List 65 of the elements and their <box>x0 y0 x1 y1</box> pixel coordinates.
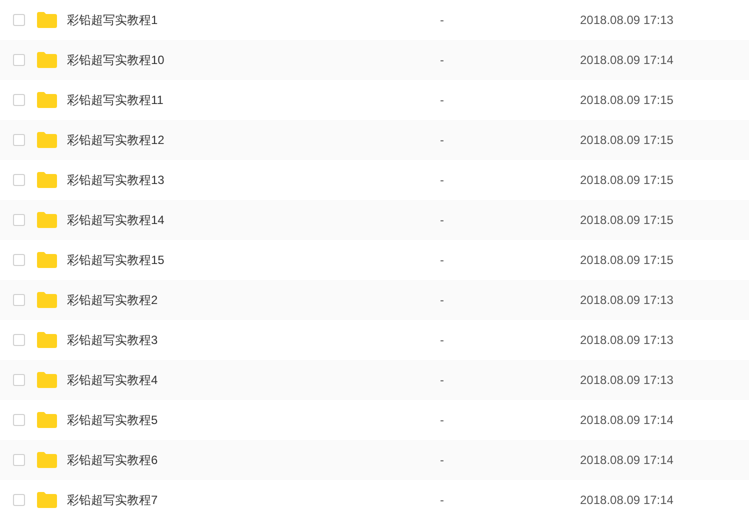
modified-date: 2018.08.09 17:13 <box>580 332 674 349</box>
checkbox[interactable] <box>13 174 25 186</box>
folder-icon <box>36 451 58 469</box>
modified-date: 2018.08.09 17:14 <box>580 412 674 429</box>
checkbox[interactable] <box>13 294 25 306</box>
checkbox[interactable] <box>13 414 25 426</box>
file-name[interactable]: 彩铅超写实教程7 <box>67 491 427 509</box>
file-size: - <box>440 132 445 149</box>
checkbox[interactable] <box>13 374 25 386</box>
folder-icon <box>36 331 58 349</box>
checkbox[interactable] <box>13 214 25 226</box>
file-name[interactable]: 彩铅超写实教程3 <box>67 331 427 349</box>
folder-icon <box>36 211 58 229</box>
file-name[interactable]: 彩铅超写实教程2 <box>67 291 427 309</box>
file-name[interactable]: 彩铅超写实教程11 <box>67 91 427 109</box>
file-name[interactable]: 彩铅超写实教程4 <box>67 371 427 389</box>
folder-icon <box>36 91 58 109</box>
checkbox[interactable] <box>13 54 25 66</box>
file-name[interactable]: 彩铅超写实教程6 <box>67 451 427 469</box>
file-size: - <box>440 92 445 109</box>
file-size: - <box>440 492 445 509</box>
modified-date: 2018.08.09 17:15 <box>580 132 674 149</box>
modified-date: 2018.08.09 17:15 <box>580 92 674 109</box>
file-name[interactable]: 彩铅超写实教程15 <box>67 251 427 269</box>
file-name[interactable]: 彩铅超写实教程12 <box>67 131 427 149</box>
file-size: - <box>440 332 445 349</box>
file-size: - <box>440 292 445 309</box>
checkbox[interactable] <box>13 454 25 466</box>
folder-icon <box>36 411 58 429</box>
file-name[interactable]: 彩铅超写实教程14 <box>67 211 427 229</box>
file-size: - <box>440 52 445 69</box>
folder-icon <box>36 11 58 29</box>
file-size: - <box>440 452 445 469</box>
file-name[interactable]: 彩铅超写实教程13 <box>67 171 427 189</box>
folder-icon <box>36 291 58 309</box>
folder-icon <box>36 251 58 269</box>
file-name[interactable]: 彩铅超写实教程1 <box>67 11 427 29</box>
checkbox[interactable] <box>13 134 25 146</box>
modified-date: 2018.08.09 17:15 <box>580 212 674 229</box>
checkbox[interactable] <box>13 94 25 106</box>
modified-date: 2018.08.09 17:15 <box>580 252 674 269</box>
modified-date: 2018.08.09 17:14 <box>580 52 674 69</box>
folder-icon <box>36 491 58 509</box>
folder-icon <box>36 371 58 389</box>
file-size: - <box>440 172 445 189</box>
file-name[interactable]: 彩铅超写实教程5 <box>67 411 427 429</box>
folder-icon <box>36 171 58 189</box>
modified-date: 2018.08.09 17:13 <box>580 12 674 29</box>
checkbox[interactable] <box>13 334 25 346</box>
modified-date: 2018.08.09 17:13 <box>580 292 674 309</box>
modified-date: 2018.08.09 17:13 <box>580 372 674 389</box>
folder-icon <box>36 131 58 149</box>
file-size: - <box>440 12 445 29</box>
file-name[interactable]: 彩铅超写实教程10 <box>67 51 427 69</box>
file-size: - <box>440 412 445 429</box>
file-size: - <box>440 252 445 269</box>
checkbox[interactable] <box>13 494 25 506</box>
file-size: - <box>440 212 445 229</box>
modified-date: 2018.08.09 17:14 <box>580 492 674 509</box>
file-size: - <box>440 372 445 389</box>
checkbox[interactable] <box>13 14 25 26</box>
modified-date: 2018.08.09 17:14 <box>580 452 674 469</box>
folder-icon <box>36 51 58 69</box>
modified-date: 2018.08.09 17:15 <box>580 172 674 189</box>
checkbox[interactable] <box>13 254 25 266</box>
